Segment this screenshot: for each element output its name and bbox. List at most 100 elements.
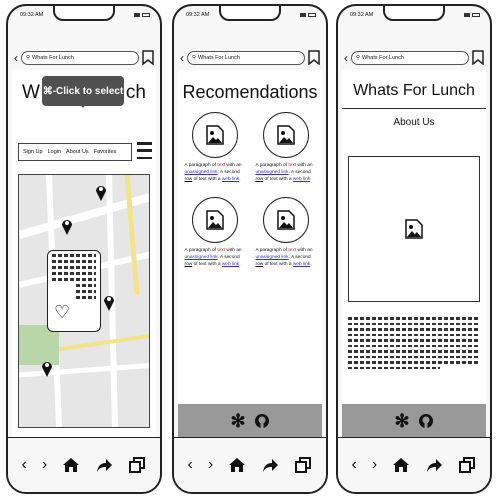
recommendation-card[interactable]: A paragraph of text with an unassigned l… [253, 112, 318, 183]
map-pin-icon[interactable] [95, 183, 107, 201]
copy-icon[interactable] [128, 456, 146, 474]
site-footer: ✻ [178, 404, 322, 438]
title-end: ch [125, 82, 146, 103]
page-title: Whats For Lunch [353, 82, 475, 99]
recommendation-grid: A paragraph of text with an unassigned l… [182, 112, 318, 268]
image-placeholder-icon [262, 112, 309, 158]
recommendations-screen: Recomendations A paragraph of text with … [178, 70, 322, 438]
favorite-heart-icon[interactable]: ♡ [54, 302, 70, 323]
search-icon: ⚲ [192, 54, 197, 61]
status-time: 09:32 AM [186, 12, 210, 18]
unassigned-link[interactable]: unassigned link [185, 255, 218, 260]
phone-frame-recommendations: 09:32 AM ‹ ⚲ Whats For Lunch Recomendatio… [172, 4, 328, 494]
chevron-right-icon[interactable]: › [208, 457, 213, 473]
browser-url-bar: ‹ ⚲ Whats For Lunch [344, 50, 484, 65]
yelp-icon[interactable]: ✻ [394, 411, 409, 432]
url-field[interactable]: ⚲ Whats For Lunch [187, 50, 305, 65]
browser-back-icon[interactable]: ‹ [344, 52, 348, 64]
recommendation-card[interactable]: A paragraph of text with an unassigned l… [182, 112, 247, 183]
browser-back-icon[interactable]: ‹ [180, 52, 184, 64]
url-field[interactable]: ⚲ Whats For Lunch [351, 50, 469, 65]
url-text: Whats For Lunch [32, 54, 74, 61]
map-pin-icon[interactable] [103, 293, 115, 311]
home-icon[interactable] [62, 456, 80, 474]
chevron-left-icon[interactable]: ‹ [188, 457, 193, 473]
copy-icon[interactable] [458, 456, 476, 474]
hamburger-menu-icon[interactable] [137, 142, 152, 159]
battery-icon [472, 13, 480, 17]
bookmark-icon[interactable] [142, 50, 154, 65]
bottom-nav: ‹ › [8, 437, 160, 492]
home-screen: W ch ⌘-Click to select Sign Up Login Abo… [12, 70, 156, 438]
unassigned-link[interactable]: unassigned link [256, 170, 289, 175]
card-text: A paragraph of text with an unassigned l… [184, 163, 242, 182]
battery-icon [142, 13, 150, 17]
browser-back-icon[interactable]: ‹ [14, 52, 18, 64]
menu-about-us[interactable]: About Us [66, 149, 89, 155]
home-icon[interactable] [392, 456, 410, 474]
web-link[interactable]: web link [222, 262, 239, 267]
map-view[interactable]: ♡ [18, 174, 150, 428]
github-icon[interactable] [418, 413, 434, 429]
url-text: Whats For Lunch [362, 54, 404, 61]
card-text: A paragraph of text with an unassigned l… [255, 163, 313, 182]
web-link[interactable]: web link [222, 177, 239, 182]
chevron-left-icon[interactable]: ‹ [22, 457, 27, 473]
bottom-nav: ‹ › [338, 437, 490, 492]
card-text: A paragraph of text with an unassigned l… [184, 248, 242, 267]
menu-login[interactable]: Login [48, 149, 61, 155]
title-start: W [22, 82, 40, 103]
share-arrow-icon[interactable] [425, 456, 443, 474]
url-text: Whats For Lunch [198, 54, 240, 61]
share-arrow-icon[interactable] [261, 456, 279, 474]
map-pin-icon[interactable] [61, 217, 73, 235]
unassigned-link[interactable]: unassigned link [256, 255, 289, 260]
search-icon: ⚲ [356, 54, 361, 61]
url-field[interactable]: ⚲ Whats For Lunch [21, 50, 139, 65]
divider [342, 108, 486, 109]
copy-icon[interactable] [294, 456, 312, 474]
image-placeholder-icon [405, 219, 423, 239]
menu-sign-up[interactable]: Sign Up [23, 149, 43, 155]
section-heading: About Us [393, 117, 435, 128]
page-title: Recomendations [182, 82, 318, 102]
recommendation-card[interactable]: A paragraph of text with an unassigned l… [253, 197, 318, 268]
web-link[interactable]: web link [293, 177, 310, 182]
status-time: 09:32 AM [350, 12, 374, 18]
battery-icon [308, 13, 316, 17]
bookmark-icon[interactable] [472, 50, 484, 65]
status-bar: 09:32 AM [186, 10, 316, 20]
browser-url-bar: ‹ ⚲ Whats For Lunch [180, 50, 320, 65]
yelp-icon[interactable]: ✻ [230, 411, 245, 432]
card-text: A paragraph of text with an unassigned l… [255, 248, 313, 267]
menu-favorites[interactable]: Favorites [94, 149, 117, 155]
bottom-nav: ‹ › [174, 437, 326, 492]
image-placeholder-icon [191, 112, 238, 158]
recommendation-card[interactable]: A paragraph of text with an unassigned l… [182, 197, 247, 268]
share-arrow-icon[interactable] [95, 456, 113, 474]
about-screen: Whats For Lunch About Us ✻ [342, 70, 486, 438]
chevron-left-icon[interactable]: ‹ [352, 457, 357, 473]
map-pin-icon[interactable] [41, 359, 53, 377]
map-info-callout: ♡ [47, 250, 101, 332]
browser-url-bar: ‹ ⚲ Whats For Lunch [14, 50, 154, 65]
status-bar: 09:32 AM [20, 10, 150, 20]
about-image [348, 156, 480, 302]
search-icon: ⚲ [26, 54, 31, 61]
image-placeholder-icon [191, 197, 238, 243]
about-paragraph [348, 314, 480, 372]
signal-icon [464, 13, 470, 17]
image-placeholder-icon [262, 197, 309, 243]
home-icon[interactable] [228, 456, 246, 474]
chevron-right-icon[interactable]: › [372, 457, 377, 473]
status-bar: 09:32 AM [350, 10, 480, 20]
bookmark-icon[interactable] [308, 50, 320, 65]
web-link[interactable]: web link [293, 262, 310, 267]
phone-frame-about: 09:32 AM ‹ ⚲ Whats For Lunch Whats For Lu… [336, 4, 492, 494]
signal-icon [300, 13, 306, 17]
signal-icon [134, 13, 140, 17]
unassigned-link[interactable]: unassigned link [185, 170, 218, 175]
chevron-right-icon[interactable]: › [42, 457, 47, 473]
site-footer: ✻ [342, 404, 486, 438]
github-icon[interactable] [254, 413, 270, 429]
